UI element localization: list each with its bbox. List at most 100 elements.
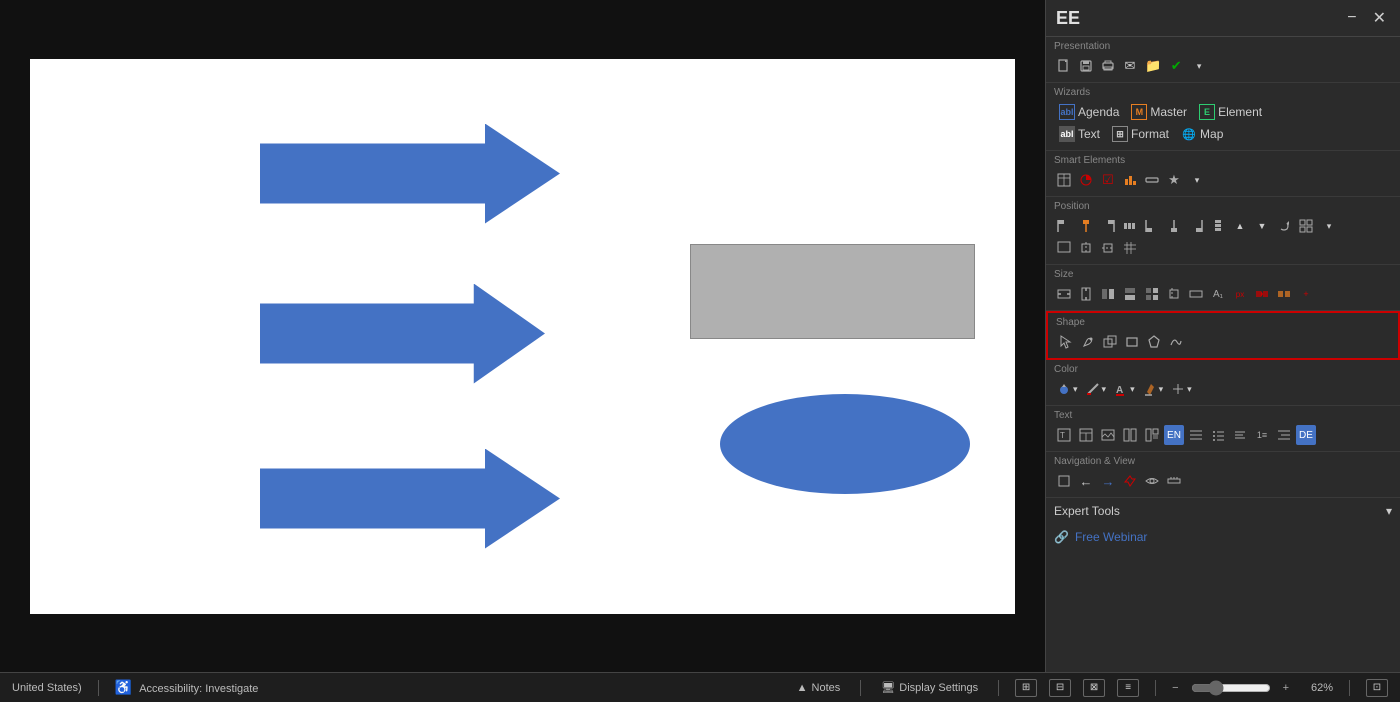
slide-outline-btn[interactable]: ≡ — [1117, 679, 1139, 697]
pos-rotate[interactable] — [1274, 216, 1294, 236]
pos-align-tl[interactable] — [1054, 216, 1074, 236]
presentation-toolbar: ✉ 📁 ✔ — [1054, 56, 1392, 76]
text-flow-btn[interactable] — [1142, 425, 1162, 445]
smart-table-btn[interactable] — [1054, 170, 1074, 190]
navigation-toolbar: ← → — [1054, 471, 1392, 491]
zoom-slider[interactable] — [1191, 680, 1271, 696]
pos-dist-v[interactable] — [1208, 216, 1228, 236]
text-box-btn[interactable]: T — [1054, 425, 1074, 445]
notes-button[interactable]: ▲ Notes — [793, 680, 845, 696]
text-wizard-btn[interactable]: abl Text — [1054, 124, 1105, 144]
nav-eye-btn[interactable] — [1142, 471, 1162, 491]
format-wizard-btn[interactable]: ⊞ Format — [1107, 124, 1174, 144]
smart-line-btn[interactable] — [1142, 170, 1162, 190]
pos-align-bc[interactable] — [1164, 216, 1184, 236]
text-align-btn[interactable] — [1230, 425, 1250, 445]
master-wizard-btn[interactable]: M Master — [1126, 102, 1192, 122]
text-table-btn[interactable] — [1076, 425, 1096, 445]
shape-edit-btn[interactable] — [1078, 332, 1098, 352]
slide-canvas[interactable] — [30, 59, 1015, 614]
pos-center-v[interactable] — [1098, 238, 1118, 258]
new-btn[interactable] — [1054, 56, 1074, 76]
text-cols-btn[interactable] — [1120, 425, 1140, 445]
pos-align-tr[interactable] — [1098, 216, 1118, 236]
line-color-btn[interactable] — [1083, 379, 1110, 399]
arrow-shape-3[interactable] — [260, 449, 560, 549]
text-img-btn[interactable] — [1098, 425, 1118, 445]
email-btn[interactable]: ✉ — [1120, 56, 1140, 76]
smart-check-btn[interactable]: ☑ — [1098, 170, 1118, 190]
fill-color-btn[interactable] — [1054, 379, 1081, 399]
ellipse-shape[interactable] — [720, 394, 970, 494]
highlight-btn[interactable] — [1140, 379, 1167, 399]
pos-slide[interactable] — [1054, 238, 1074, 258]
text-list1-btn[interactable] — [1186, 425, 1206, 445]
pos-dist-h[interactable] — [1120, 216, 1140, 236]
text-list2-btn[interactable] — [1208, 425, 1228, 445]
pos-align-bl[interactable] — [1142, 216, 1162, 236]
nav-forward-btn[interactable]: → — [1098, 471, 1118, 491]
text-indent-btn[interactable] — [1274, 425, 1294, 445]
map-wizard-btn[interactable]: 🌐 Map — [1176, 124, 1228, 144]
arrow-shape-1[interactable] — [260, 124, 560, 224]
check-btn[interactable]: ✔ — [1166, 56, 1186, 76]
pos-grid2[interactable] — [1120, 238, 1140, 258]
agenda-wizard-btn[interactable]: abl Agenda — [1054, 102, 1124, 122]
size-wide[interactable] — [1186, 284, 1206, 304]
size-fit-h[interactable] — [1076, 284, 1096, 304]
pos-front[interactable]: ▲ — [1230, 216, 1250, 236]
slide-column-btn[interactable]: ⊠ — [1083, 679, 1105, 697]
pos-align-tc[interactable] — [1076, 216, 1096, 236]
shape-rect-btn[interactable] — [1122, 332, 1142, 352]
nav-measure-btn[interactable] — [1164, 471, 1184, 491]
text-num-list-btn[interactable]: 1≡ — [1252, 425, 1272, 445]
size-narrow[interactable] — [1164, 284, 1184, 304]
size-same-h[interactable] — [1120, 284, 1140, 304]
more-color-btn[interactable] — [1168, 379, 1195, 399]
wizards-label: Wizards — [1054, 87, 1392, 98]
size-custom[interactable]: A₁ — [1208, 284, 1228, 304]
smart-bar-btn[interactable] — [1120, 170, 1140, 190]
nav-home-btn[interactable] — [1054, 471, 1074, 491]
text-lang2-btn[interactable]: DE — [1296, 425, 1316, 445]
shape-combine-btn[interactable] — [1100, 332, 1120, 352]
save-btn[interactable] — [1076, 56, 1096, 76]
shape-select-btn[interactable] — [1056, 332, 1076, 352]
pos-grid[interactable] — [1296, 216, 1316, 236]
shape-poly-btn[interactable] — [1144, 332, 1164, 352]
print-btn[interactable] — [1098, 56, 1118, 76]
folder-btn[interactable]: 📁 — [1142, 56, 1164, 76]
smart-star-btn[interactable]: ★ — [1164, 170, 1184, 190]
slide-grid-btn[interactable]: ⊟ — [1049, 679, 1071, 697]
close-button[interactable]: ✕ — [1369, 6, 1390, 30]
size-more[interactable]: + — [1296, 284, 1316, 304]
arrow-shape-2[interactable] — [260, 284, 545, 384]
size-fit-w[interactable] — [1054, 284, 1074, 304]
font-color-btn[interactable]: A — [1111, 379, 1138, 399]
pos-more[interactable] — [1318, 216, 1338, 236]
pos-center-h[interactable] — [1076, 238, 1096, 258]
slide-normal-btn[interactable]: ⊞ — [1015, 679, 1037, 697]
size-same-wh[interactable] — [1142, 284, 1162, 304]
nav-pin-btn[interactable] — [1120, 471, 1140, 491]
fit-page-btn[interactable]: ⊡ — [1366, 679, 1388, 697]
free-webinar[interactable]: 🔗 Free Webinar — [1046, 524, 1400, 550]
nav-back-btn[interactable]: ← — [1076, 471, 1096, 491]
panel-controls: − ✕ — [1343, 6, 1390, 30]
smart-pie-btn[interactable] — [1076, 170, 1096, 190]
text-lang-btn[interactable]: EN — [1164, 425, 1184, 445]
minimize-button[interactable]: − — [1343, 6, 1360, 30]
rectangle-shape[interactable] — [690, 244, 975, 339]
size-reduce[interactable] — [1252, 284, 1272, 304]
pos-back[interactable]: ▼ — [1252, 216, 1272, 236]
pos-align-br[interactable] — [1186, 216, 1206, 236]
display-settings-button[interactable]: 🖥 Display Settings — [877, 679, 982, 696]
size-expand[interactable] — [1274, 284, 1294, 304]
more-btn[interactable] — [1188, 56, 1208, 76]
shape-curve-btn[interactable] — [1166, 332, 1186, 352]
element-wizard-btn[interactable]: E Element — [1194, 102, 1267, 122]
size-px[interactable]: px — [1230, 284, 1250, 304]
smart-more-btn[interactable] — [1186, 170, 1206, 190]
expert-tools[interactable]: Expert Tools ▾ — [1046, 498, 1400, 524]
size-same-w[interactable] — [1098, 284, 1118, 304]
